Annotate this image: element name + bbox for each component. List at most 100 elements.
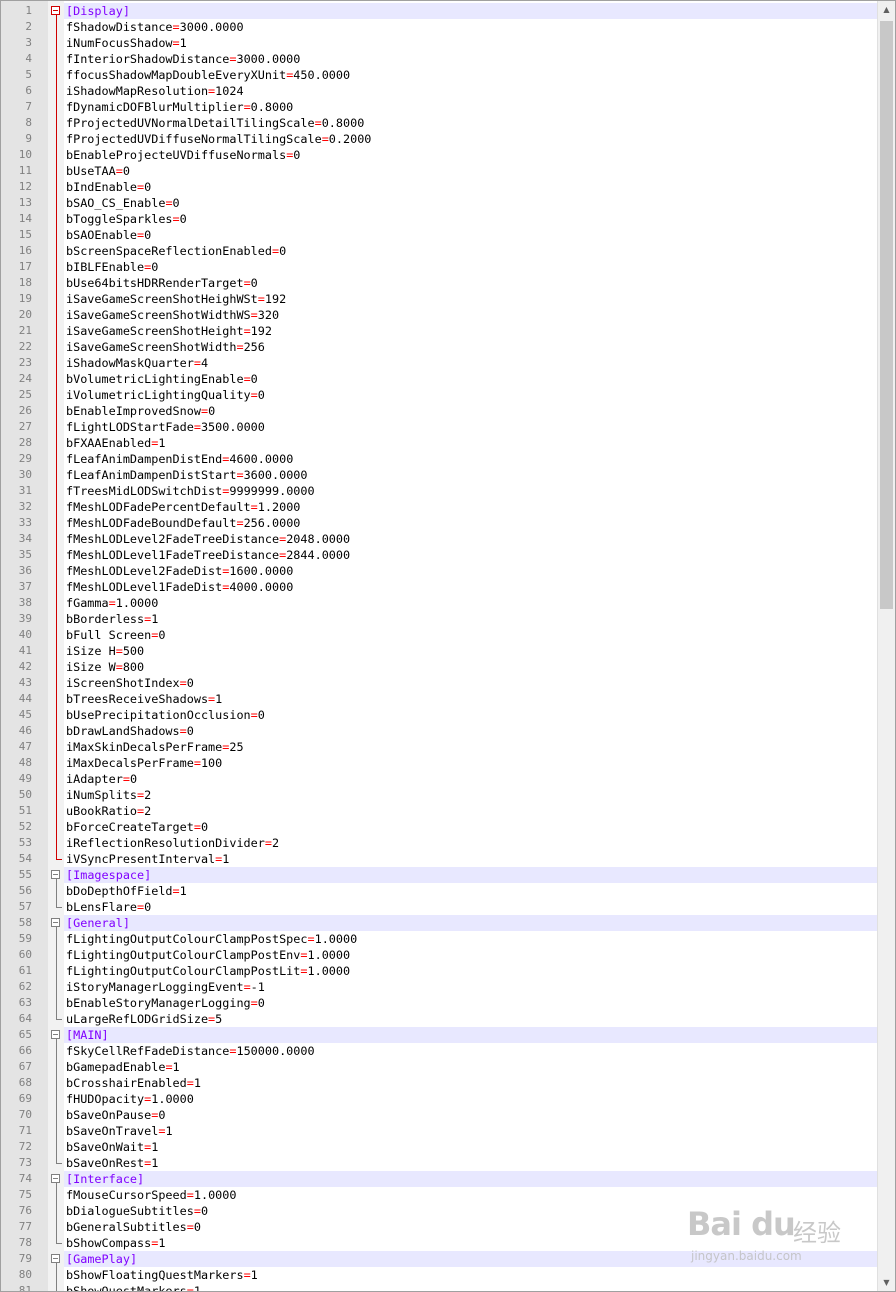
ini-entry-line[interactable]: 39 bBorderless=1 [1,611,878,627]
ini-entry-line[interactable]: 15 bSAOEnable=0 [1,227,878,243]
ini-entry-line[interactable]: 2 fShadowDistance=3000.0000 [1,19,878,35]
ini-entry-line[interactable]: 20 iSaveGameScreenShotWidthWS=320 [1,307,878,323]
ini-entry-line[interactable]: 16 bScreenSpaceReflectionEnabled=0 [1,243,878,259]
ini-entry-line[interactable]: 31 fTreesMidLODSwitchDist=9999999.0000 [1,483,878,499]
ini-entry-line[interactable]: 4 fInteriorShadowDistance=3000.0000 [1,51,878,67]
ini-entry-line[interactable]: 59 fLightingOutputColourClampPostSpec=1.0… [1,931,878,947]
ini-entry-line[interactable]: 34 fMeshLODLevel2FadeTreeDistance=2048.00… [1,531,878,547]
ini-entry-line[interactable]: 41 iSize H=500 [1,643,878,659]
ini-entry-line[interactable]: 50 iNumSplits=2 [1,787,878,803]
line-number: 60 [18,948,32,961]
scroll-down-arrow-icon[interactable]: ▼ [878,1274,895,1291]
ini-entry-line[interactable]: 54 iVSyncPresentInterval=1 [1,851,878,867]
ini-entry-line[interactable]: 27 fLightLODStartFade=3500.0000 [1,419,878,435]
ini-key: bSaveOnTravel [66,1124,159,1138]
fold-collapse-icon[interactable] [48,1171,64,1187]
ini-entry-line[interactable]: 56 bDoDepthOfField=1 [1,883,878,899]
fold-collapse-icon[interactable] [48,3,64,19]
ini-entry-line[interactable]: 30 fLeafAnimDampenDistStart=3600.0000 [1,467,878,483]
scroll-up-arrow-icon[interactable]: ▲ [878,1,895,18]
ini-entry-line[interactable]: 44 bTreesReceiveShadows=1 [1,691,878,707]
ini-entry-line[interactable]: 12 bIndEnable=0 [1,179,878,195]
ini-entry-line[interactable]: 51 uBookRatio=2 [1,803,878,819]
fold-end-marker [48,1011,64,1027]
fold-line-marker [48,1091,64,1107]
ini-text-editor[interactable]: 1 [Display] 2 fShadowDistance=3000.0000 3 iNu… [1,3,878,1291]
ini-entry-line[interactable]: 70 bSaveOnPause=0 [1,1107,878,1123]
section-header-line[interactable]: 65 [MAIN] [1,1027,878,1043]
ini-entry-line[interactable]: 49 iAdapter=0 [1,771,878,787]
ini-entry-line[interactable]: 52 bForceCreateTarget=0 [1,819,878,835]
ini-entry-line[interactable]: 72 bSaveOnWait=1 [1,1139,878,1155]
ini-entry-line[interactable]: 23 iShadowMaskQuarter=4 [1,355,878,371]
line-text: bShowQuestMarkers=1 [64,1283,878,1291]
ini-entry-line[interactable]: 22 iSaveGameScreenShotWidth=256 [1,339,878,355]
line-number: 41 [18,644,32,657]
ini-entry-line[interactable]: 42 iSize W=800 [1,659,878,675]
ini-entry-line[interactable]: 47 iMaxSkinDecalsPerFrame=25 [1,739,878,755]
ini-entry-line[interactable]: 81 bShowQuestMarkers=1 [1,1283,878,1291]
fold-line-marker [48,787,64,803]
ini-entry-line[interactable]: 71 bSaveOnTravel=1 [1,1123,878,1139]
ini-entry-line[interactable]: 10 bEnableProjecteUVDiffuseNormals=0 [1,147,878,163]
ini-value: 0 [129,772,138,786]
ini-entry-line[interactable]: 62 iStoryManagerLoggingEvent=-1 [1,979,878,995]
vertical-scrollbar[interactable]: ▲ ▼ [877,1,895,1291]
fold-line-marker [48,435,64,451]
ini-entry-line[interactable]: 5 ffocusShadowMapDoubleEveryXUnit=450.000… [1,67,878,83]
ini-entry-line[interactable]: 7 fDynamicDOFBlurMultiplier=0.8000 [1,99,878,115]
ini-value: 320 [257,308,280,322]
ini-entry-line[interactable]: 67 bGamepadEnable=1 [1,1059,878,1075]
ini-entry-line[interactable]: 66 fSkyCellRefFadeDistance=150000.0000 [1,1043,878,1059]
ini-entry-line[interactable]: 13 bSAO_CS_Enable=0 [1,195,878,211]
ini-entry-line[interactable]: 28 bFXAAEnabled=1 [1,435,878,451]
ini-entry-line[interactable]: 61 fLightingOutputColourClampPostLit=1.00… [1,963,878,979]
fold-collapse-icon[interactable] [48,1027,64,1043]
section-header-line[interactable]: 1 [Display] [1,3,878,19]
ini-entry-line[interactable]: 36 fMeshLODLevel2FadeDist=1600.0000 [1,563,878,579]
ini-entry-line[interactable]: 57 bLensFlare=0 [1,899,878,915]
ini-entry-line[interactable]: 29 fLeafAnimDampenDistEnd=4600.0000 [1,451,878,467]
ini-entry-line[interactable]: 40 bFull Screen=0 [1,627,878,643]
ini-entry-line[interactable]: 48 iMaxDecalsPerFrame=100 [1,755,878,771]
section-header-line[interactable]: 55 [Imagespace] [1,867,878,883]
ini-entry-line[interactable]: 37 fMeshLODLevel1FadeDist=4000.0000 [1,579,878,595]
ini-entry-line[interactable]: 3 iNumFocusShadow=1 [1,35,878,51]
ini-entry-line[interactable]: 18 bUse64bitsHDRRenderTarget=0 [1,275,878,291]
ini-entry-line[interactable]: 45 bUsePrecipitationOcclusion=0 [1,707,878,723]
ini-entry-line[interactable]: 33 fMeshLODFadeBoundDefault=256.0000 [1,515,878,531]
ini-entry-line[interactable]: 17 bIBLFEnable=0 [1,259,878,275]
ini-entry-line[interactable]: 46 bDrawLandShadows=0 [1,723,878,739]
ini-entry-line[interactable]: 32 fMeshLODFadePercentDefault=1.2000 [1,499,878,515]
ini-entry-line[interactable]: 73 bSaveOnRest=1 [1,1155,878,1171]
ini-entry-line[interactable]: 69 fHUDOpacity=1.0000 [1,1091,878,1107]
ini-entry-line[interactable]: 64 uLargeRefLODGridSize=5 [1,1011,878,1027]
ini-entry-line[interactable]: 19 iSaveGameScreenShotHeighWSt=192 [1,291,878,307]
ini-entry-line[interactable]: 9 fProjectedUVDiffuseNormalTilingScale=0.… [1,131,878,147]
line-number: 13 [18,196,32,209]
ini-entry-line[interactable]: 53 iReflectionResolutionDivider=2 [1,835,878,851]
section-header-line[interactable]: 74 [Interface] [1,1171,878,1187]
ini-entry-line[interactable]: 8 fProjectedUVNormalDetailTilingScale=0.8… [1,115,878,131]
line-text: bIBLFEnable=0 [64,259,878,275]
ini-entry-line[interactable]: 63 bEnableStoryManagerLogging=0 [1,995,878,1011]
line-text: iStoryManagerLoggingEvent=-1 [64,979,878,995]
scrollbar-thumb[interactable] [880,21,893,609]
fold-collapse-icon[interactable] [48,1251,64,1267]
ini-entry-line[interactable]: 24 bVolumetricLightingEnable=0 [1,371,878,387]
ini-entry-line[interactable]: 26 bEnableImprovedSnow=0 [1,403,878,419]
ini-entry-line[interactable]: 11 bUseTAA=0 [1,163,878,179]
ini-value: 1 [165,1124,173,1138]
ini-entry-line[interactable]: 21 iSaveGameScreenShotHeight=192 [1,323,878,339]
ini-entry-line[interactable]: 6 iShadowMapResolution=1024 [1,83,878,99]
ini-entry-line[interactable]: 38 fGamma=1.0000 [1,595,878,611]
ini-entry-line[interactable]: 14 bToggleSparkles=0 [1,211,878,227]
ini-entry-line[interactable]: 68 bCrosshairEnabled=1 [1,1075,878,1091]
fold-collapse-icon[interactable] [48,915,64,931]
ini-entry-line[interactable]: 35 fMeshLODLevel1FadeTreeDistance=2844.00… [1,547,878,563]
ini-entry-line[interactable]: 60 fLightingOutputColourClampPostEnv=1.00… [1,947,878,963]
ini-entry-line[interactable]: 43 iScreenShotIndex=0 [1,675,878,691]
section-header-line[interactable]: 58 [General] [1,915,878,931]
ini-entry-line[interactable]: 25 iVolumetricLightingQuality=0 [1,387,878,403]
fold-collapse-icon[interactable] [48,867,64,883]
